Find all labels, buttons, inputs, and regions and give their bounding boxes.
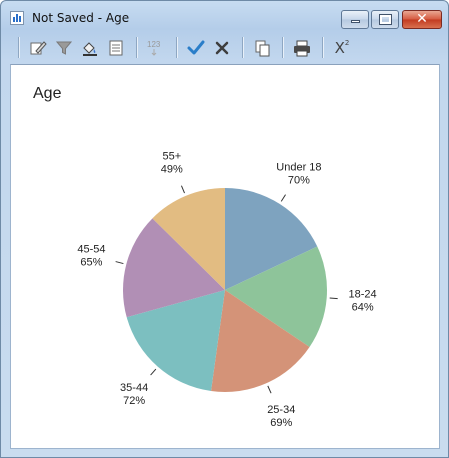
print-icon [294,40,310,57]
maximize-icon [379,14,392,25]
chi-superscript: 2 [344,39,350,47]
slice-category-label: 25-34 [267,404,295,416]
notes-icon [109,40,123,56]
number-format-icon: 123 [147,40,161,56]
svg-text:123: 123 [147,40,161,49]
copy-icon [255,40,270,57]
minimize-button[interactable] [341,10,369,29]
slice-value-label: 65% [80,256,102,268]
slice-category-label: 55+ [162,151,181,163]
filter-icon [55,41,73,55]
slice-category-label: Under 18 [276,161,321,173]
print-button[interactable] [291,37,313,59]
title-bar[interactable]: Not Saved - Age ✕ [1,1,448,31]
app-window: Not Saved - Age ✕ 123 X2 Age Under 18 70… [0,0,449,458]
cross-icon [215,41,229,55]
pie-chart: Under 1870% 18-2464% 25-3469% 35-4472% 45-54… [77,151,377,429]
chi-label: X [334,39,345,57]
slice-category-label: 18-24 [349,289,377,301]
toolbar-separator [176,37,177,58]
chart-title: Age [33,85,62,102]
edit-chart-button[interactable] [27,37,49,59]
window-title: Not Saved - Age [32,11,130,25]
fill-color-button[interactable] [79,37,101,59]
pie-leader-4 [115,261,124,265]
slice-value-label: 64% [352,302,374,314]
chi-square-button[interactable]: X2 [331,37,353,59]
copy-button[interactable] [251,37,273,59]
slice-value-label: 70% [288,174,310,186]
fill-color-icon [83,42,97,56]
toolbar-separator [18,37,19,58]
pie-leader-0 [280,194,286,202]
slice-value-label: 49% [161,164,183,176]
toolbar-separator [136,37,137,58]
close-icon: ✕ [416,11,428,27]
pie-leader-3 [150,368,157,376]
slice-value-label: 69% [270,417,292,429]
bar-chart-icon [10,11,24,25]
maximize-button[interactable] [371,10,399,29]
edit-chart-icon [30,41,47,55]
minimize-icon [351,20,360,23]
toolbar-separator [282,37,283,58]
chi-square-icon: X2 [335,39,350,57]
pie-leader-2 [267,385,272,394]
cancel-button[interactable] [211,37,233,59]
pie-leader-5 [180,185,185,194]
accept-button[interactable] [185,37,207,59]
toolbar-separator [242,37,243,58]
checkmark-icon [187,40,205,55]
slice-value-label: 72% [123,395,145,407]
chart-panel: Age Under 18 70% 18-24 64% 25-34 69% 35-44 72% 4… [10,64,440,449]
close-button[interactable]: ✕ [402,10,442,29]
toolbar: 123 X2 [10,34,439,61]
toolbar-separator [322,37,323,58]
pie-leader-1 [329,297,338,300]
slice-category-label: 35-44 [120,382,148,394]
slice-category-label: 45-54 [77,243,105,255]
number-format-button[interactable]: 123 [145,37,167,59]
notes-button[interactable] [105,37,127,59]
filter-button[interactable] [53,37,75,59]
